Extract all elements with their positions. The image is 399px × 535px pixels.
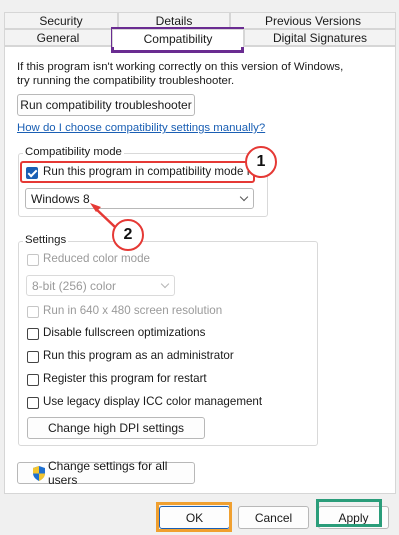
- run-troubleshooter-button[interactable]: Run compatibility troubleshooter: [17, 94, 195, 116]
- chevron-down-icon: [239, 192, 249, 202]
- color-depth-select[interactable]: 8-bit (256) color: [26, 275, 175, 296]
- intro-line-1: If this program isn't working correctly …: [17, 61, 344, 73]
- disable-fullscreen-label[interactable]: Disable fullscreen optimizations: [43, 326, 205, 339]
- uac-shield-icon: [32, 465, 46, 481]
- compatibility-mode-group-label: Compatibility mode: [23, 146, 124, 158]
- intro-line-2: try running the compatibility troublesho…: [17, 75, 235, 87]
- legacy-icc-label[interactable]: Use legacy display ICC color management: [43, 395, 262, 408]
- settings-group: [18, 241, 318, 446]
- resolution-640-checkbox[interactable]: [27, 306, 39, 318]
- register-restart-label[interactable]: Register this program for restart: [43, 372, 207, 385]
- tab-compatibility[interactable]: Compatibility: [112, 29, 244, 47]
- apply-highlight-box: [316, 499, 382, 527]
- tab-previous-versions[interactable]: Previous Versions: [230, 12, 396, 29]
- settings-group-label: Settings: [23, 234, 69, 246]
- os-version-value: Windows 8: [31, 191, 90, 206]
- os-version-select[interactable]: Windows 8: [25, 188, 254, 209]
- tab-general[interactable]: General: [4, 29, 112, 46]
- tab-security[interactable]: Security: [4, 12, 118, 29]
- legacy-icc-checkbox[interactable]: [27, 397, 39, 409]
- run-as-admin-label[interactable]: Run this program as an administrator: [43, 349, 234, 362]
- resolution-640-label: Run in 640 x 480 screen resolution: [43, 304, 223, 317]
- tab-digital-signatures[interactable]: Digital Signatures: [244, 29, 396, 46]
- chevron-down-icon: [160, 279, 170, 289]
- change-dpi-button[interactable]: Change high DPI settings: [27, 417, 205, 439]
- run-as-admin-checkbox[interactable]: [27, 351, 39, 363]
- ok-highlight-box: [156, 502, 232, 532]
- color-depth-value: 8-bit (256) color: [32, 278, 117, 293]
- reduced-color-label: Reduced color mode: [43, 252, 150, 265]
- step-marker-1: 1: [245, 146, 277, 178]
- disable-fullscreen-checkbox[interactable]: [27, 328, 39, 340]
- register-restart-checkbox[interactable]: [27, 374, 39, 386]
- step-marker-2: 2: [112, 219, 144, 251]
- help-link[interactable]: How do I choose compatibility settings m…: [17, 122, 265, 134]
- all-users-label: Change settings for all users: [48, 459, 168, 487]
- all-users-button[interactable]: Change settings for all users: [17, 459, 195, 487]
- checkbox-highlight-box: [20, 161, 255, 183]
- reduced-color-checkbox[interactable]: [27, 254, 39, 266]
- cancel-button[interactable]: Cancel: [238, 506, 309, 529]
